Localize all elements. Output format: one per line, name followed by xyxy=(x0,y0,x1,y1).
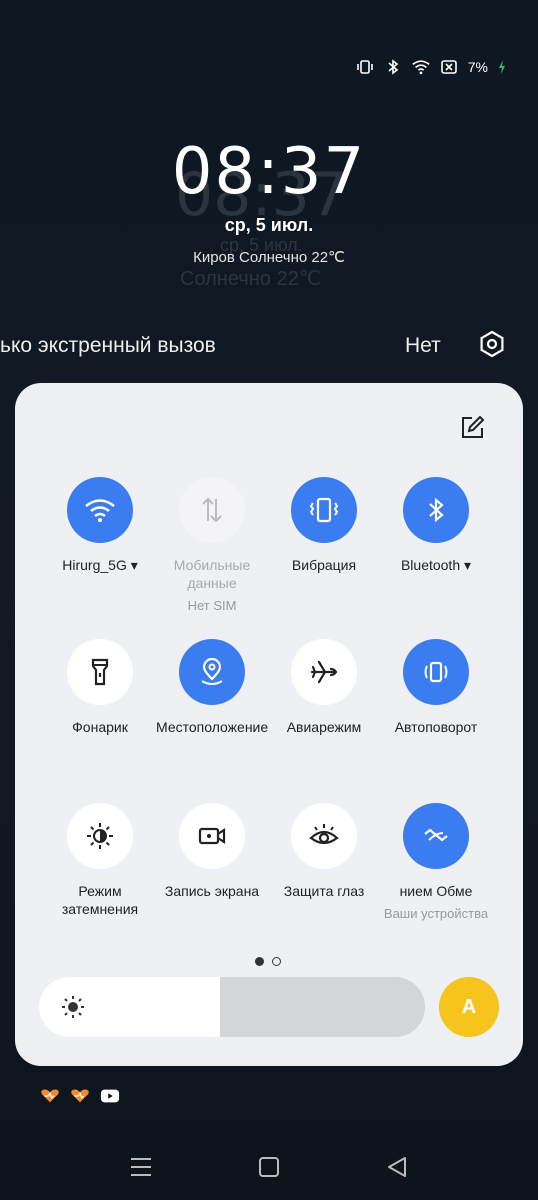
youtube-icon xyxy=(100,1089,120,1103)
bluetooth-icon[interactable] xyxy=(403,477,469,543)
menu-button[interactable] xyxy=(126,1152,156,1182)
emergency-call-text: ько экстренный вызов xyxy=(0,334,216,357)
tile-flashlight[interactable]: Фонарик xyxy=(44,639,156,736)
auto-rotate-icon[interactable] xyxy=(403,639,469,705)
page-indicator xyxy=(255,957,281,966)
tile-label: Вибрация xyxy=(291,557,357,573)
tile-label: Фонарик xyxy=(72,719,128,735)
location-icon[interactable] xyxy=(179,639,245,705)
brightness-slider[interactable] xyxy=(39,977,425,1037)
quick-settings-panel: Hirurg_5G ▾ Мобильные данные Нет SIM Вибрац… xyxy=(15,383,523,1066)
tile-screen-record[interactable]: Запись экрана xyxy=(156,803,268,900)
heart-app-icon xyxy=(41,1089,59,1103)
date: ср, 5 июл. xyxy=(224,215,314,235)
navigation-bar xyxy=(0,1152,538,1182)
tile-label: нием Обме xyxy=(399,883,473,899)
bluetooth-icon xyxy=(384,58,402,76)
wifi-icon xyxy=(412,58,430,76)
vibration-icon[interactable] xyxy=(291,477,357,543)
tile-share[interactable]: нием Обме Ваши устройства xyxy=(380,803,492,921)
weather: Киров Солнечно 22℃ xyxy=(193,249,345,266)
eye-protection-icon[interactable] xyxy=(291,803,357,869)
vibrate-icon xyxy=(356,58,374,76)
tile-label: Авиарежим xyxy=(286,719,362,735)
page-dot[interactable] xyxy=(272,957,281,966)
edit-icon xyxy=(462,415,485,438)
brightness-sun-icon xyxy=(61,995,85,1019)
screen-record-icon[interactable] xyxy=(179,803,245,869)
tile-vibration[interactable]: Вибрация xyxy=(268,477,380,574)
back-icon xyxy=(388,1157,406,1177)
home-icon xyxy=(259,1157,279,1177)
mobile-data-icon[interactable] xyxy=(179,477,245,543)
clock: 08:37 xyxy=(171,135,367,209)
tile-label: Автоповорот xyxy=(394,719,478,735)
battery-icon xyxy=(440,58,458,76)
tile-auto-rotate[interactable]: Автоповорот xyxy=(380,639,492,736)
share-icon[interactable] xyxy=(403,803,469,869)
tile-location[interactable]: Местоположение xyxy=(156,639,268,736)
battery-percent: 7% xyxy=(467,59,488,75)
heart-app-icon xyxy=(71,1089,89,1103)
auto-brightness-button[interactable]: A xyxy=(439,977,499,1037)
settings-button[interactable] xyxy=(478,330,506,358)
gear-icon xyxy=(480,330,504,358)
tile-dark-mode[interactable]: Режим затемнения xyxy=(44,803,156,918)
operator-label: Нет xyxy=(405,334,441,357)
tile-label: Hirurg_5G ▾ xyxy=(62,557,138,573)
status-bar: 7% xyxy=(356,58,506,76)
dark-mode-icon[interactable] xyxy=(67,803,133,869)
flashlight-icon[interactable] xyxy=(67,639,133,705)
tile-sublabel: Нет SIM xyxy=(187,598,237,613)
tile-bluetooth[interactable]: Bluetooth ▾ xyxy=(380,477,492,574)
tile-eye-protection[interactable]: Защита глаз xyxy=(268,803,380,900)
back-button[interactable] xyxy=(382,1152,412,1182)
weather-ghost: Солнечно 22℃ xyxy=(180,268,322,290)
tile-label: Bluetooth ▾ xyxy=(400,557,472,573)
charging-icon xyxy=(498,58,506,76)
airplane-icon[interactable] xyxy=(291,639,357,705)
tile-label: Местоположение xyxy=(156,719,268,735)
tile-label: Защита глаз xyxy=(283,883,365,899)
page-dot-active[interactable] xyxy=(255,957,264,966)
wifi-icon[interactable] xyxy=(67,477,133,543)
tile-wifi[interactable]: Hirurg_5G ▾ xyxy=(44,477,156,574)
tile-label: Мобильные данные xyxy=(173,557,251,591)
tile-sublabel: Ваши устройства xyxy=(383,906,489,921)
tile-label: Режим затемнения xyxy=(61,883,139,917)
menu-icon xyxy=(131,1158,151,1176)
tile-mobile-data[interactable]: Мобильные данные Нет SIM xyxy=(156,477,268,613)
notification-icons xyxy=(40,1088,120,1104)
tile-airplane[interactable]: Авиарежим xyxy=(268,639,380,736)
home-button[interactable] xyxy=(254,1152,284,1182)
edit-tiles-button[interactable] xyxy=(459,415,485,441)
tile-label: Запись экрана xyxy=(164,883,260,899)
